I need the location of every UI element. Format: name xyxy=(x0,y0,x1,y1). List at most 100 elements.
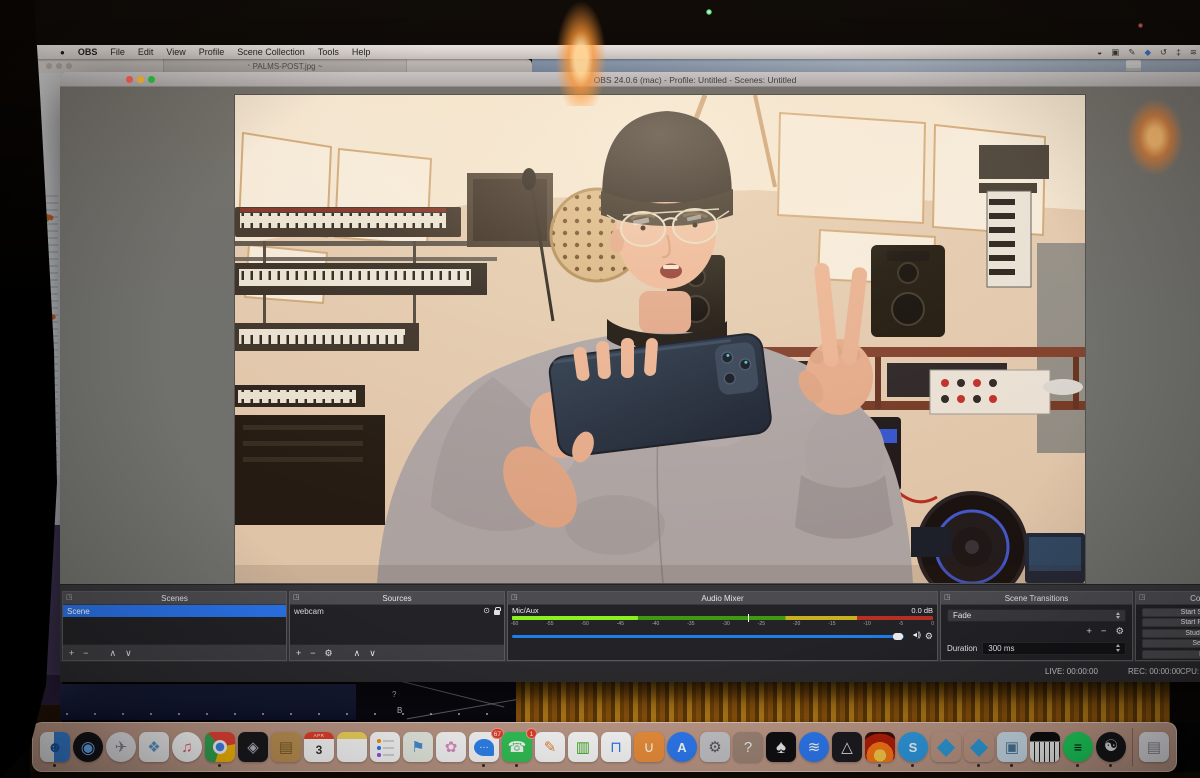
menu-item-edit[interactable]: Edit xyxy=(138,47,154,57)
dock-item-chrome[interactable] xyxy=(205,732,235,762)
dock-item-launchpad[interactable]: ✈ xyxy=(106,732,136,762)
missing-app-icon: ? xyxy=(744,740,752,755)
sources-tool-icon[interactable]: + xyxy=(296,645,301,661)
transition-select[interactable]: Fade xyxy=(947,609,1126,622)
dock-item-music[interactable]: ♫ xyxy=(172,732,202,762)
detach-icon[interactable]: ◳ xyxy=(1139,593,1146,601)
scenes-tool-icon[interactable]: + xyxy=(69,645,74,661)
studio-mode-button[interactable]: Studio Mode xyxy=(1142,629,1200,638)
settings-button[interactable]: Settings xyxy=(1142,639,1200,648)
transitions-tool-icon[interactable]: + xyxy=(1086,624,1092,640)
wifi-icon[interactable]: ≋ xyxy=(1190,45,1197,59)
dock-item-skype[interactable]: S xyxy=(898,732,928,762)
select-stepper-icon[interactable] xyxy=(1116,612,1120,620)
menu-item-tools[interactable]: Tools xyxy=(318,47,339,57)
dock-item-documents-stack[interactable]: ▤ xyxy=(1139,732,1169,762)
dock-item-facetime[interactable]: ☎1 xyxy=(502,732,532,762)
dock-item-finder[interactable]: ☻ xyxy=(40,732,70,762)
dock-item-spade-skull[interactable]: ♠ xyxy=(766,732,796,762)
visibility-eye-icon[interactable]: ⊙ xyxy=(483,607,490,615)
dock-item-sysprefs[interactable]: ⚙ xyxy=(700,732,730,762)
scenes-tool-icon[interactable]: ∨ xyxy=(125,645,132,661)
sources-tool-icon[interactable]: ∨ xyxy=(369,645,376,661)
dock-item-books[interactable]: ∪ xyxy=(634,732,664,762)
speaker-icon[interactable]: ◄)) xyxy=(911,632,920,639)
dock-item-midi-keyboard[interactable] xyxy=(1030,732,1060,762)
dock-item-photo-editor[interactable]: ▣ xyxy=(997,732,1027,762)
dock-item-ua-console-1[interactable]: ◆ xyxy=(931,732,961,762)
db-tick-label: -35 xyxy=(687,621,694,628)
lock-icon[interactable] xyxy=(494,610,500,615)
duration-field[interactable]: 300 ms xyxy=(982,642,1126,655)
menu-item-help[interactable]: Help xyxy=(352,47,371,57)
dock-item-photos[interactable]: ✿ xyxy=(436,732,466,762)
dock-item-pages[interactable]: ✎ xyxy=(535,732,565,762)
inactive-zoom-icon[interactable] xyxy=(66,63,72,69)
glyph-badge-icon[interactable]: ◒ xyxy=(1097,45,1102,59)
desktop-wallpaper-water xyxy=(516,682,1170,722)
dock-item-maps[interactable]: ⚑ xyxy=(403,732,433,762)
dropbox-icon[interactable]: ▣ xyxy=(1111,45,1119,59)
duration-stepper-icon[interactable] xyxy=(1116,644,1120,652)
scenes-tool-icon[interactable]: − xyxy=(83,645,88,661)
scene-transitions-panel: ◳ Scene Transitions Fade +−⚙ Duration 30… xyxy=(940,591,1133,661)
dock-item-preview[interactable]: ❖ xyxy=(139,732,169,762)
detach-icon[interactable]: ◳ xyxy=(944,593,951,601)
dock-item-siri[interactable]: ◉ xyxy=(73,732,103,762)
dock-item-ua-console-2[interactable]: ◆ xyxy=(964,732,994,762)
green-led-dot xyxy=(706,9,712,15)
mixer-gear-icon[interactable]: ⚙ xyxy=(925,631,933,642)
dock-item-wifi-tool[interactable]: ≋ xyxy=(799,732,829,762)
dock-item-calendar[interactable]: APR3 xyxy=(304,732,334,762)
volume-slider[interactable]: ◄)) ⚙ xyxy=(512,630,933,643)
key-icon[interactable]: ‡ xyxy=(1176,45,1181,59)
background-window-titlebar[interactable]: ▪ PALMS-POST.jpg ~ xyxy=(35,59,532,73)
dock-item-keynote[interactable]: ⊓ xyxy=(601,732,631,762)
slider-track[interactable] xyxy=(512,635,904,638)
source-list-item[interactable]: webcam⊙ xyxy=(290,605,504,617)
dock-item-missing-app[interactable]: ? xyxy=(733,732,763,762)
menu-item-scene-collection[interactable]: Scene Collection xyxy=(237,47,305,57)
dock-item-obs[interactable]: ☯ xyxy=(1096,732,1126,762)
running-indicator-dot xyxy=(1109,764,1112,767)
sources-tool-icon[interactable]: − xyxy=(310,645,315,661)
menu-item-file[interactable]: File xyxy=(110,47,125,57)
obs-canvas xyxy=(60,87,1200,584)
dock-item-fire[interactable] xyxy=(865,732,895,762)
detach-icon[interactable]: ◳ xyxy=(66,593,73,601)
dock-item-reminders[interactable] xyxy=(370,732,400,762)
dock-item-appstore[interactable]: A xyxy=(667,732,697,762)
transitions-tool-icon[interactable]: ⚙ xyxy=(1115,624,1124,640)
sources-tool-icon[interactable]: ∧ xyxy=(354,645,361,661)
menu-item-view[interactable]: View xyxy=(166,47,185,57)
time-machine-icon[interactable]: ↺ xyxy=(1160,45,1167,59)
ua-meter-icon[interactable]: ◆ xyxy=(1144,45,1151,59)
dock-item-logic-pro[interactable]: ◈ xyxy=(238,732,268,762)
dock-item-contacts[interactable]: ▤ xyxy=(271,732,301,762)
inactive-close-icon[interactable] xyxy=(46,63,52,69)
db-tick-label: -5 xyxy=(899,621,903,628)
slider-handle[interactable] xyxy=(893,633,903,640)
menu-item-obs[interactable]: OBS xyxy=(78,47,98,57)
start-streaming-button[interactable]: Start Streaming xyxy=(1142,608,1200,617)
detach-icon[interactable]: ◳ xyxy=(293,593,300,601)
pen-icon[interactable]: ✎ xyxy=(1128,45,1135,59)
background-window-tab[interactable]: ▪ PALMS-POST.jpg ~ xyxy=(163,59,407,73)
transitions-tool-icon[interactable]: − xyxy=(1101,624,1107,640)
inactive-minimize-icon[interactable] xyxy=(56,63,62,69)
menu-item-profile[interactable]: Profile xyxy=(199,47,225,57)
webcam-preview[interactable] xyxy=(235,95,1085,583)
dock-item-messages[interactable]: …67 xyxy=(469,732,499,762)
apple-menu[interactable]: ● xyxy=(60,48,65,57)
dock-item-spotify[interactable]: ≡ xyxy=(1063,732,1093,762)
scenes-tool-icon[interactable]: ∧ xyxy=(110,645,117,661)
start-recording-button[interactable]: Start Recording xyxy=(1142,618,1200,627)
dock-item-notes[interactable] xyxy=(337,732,367,762)
dock-item-numbers[interactable]: ▥ xyxy=(568,732,598,762)
sources-tool-icon[interactable]: ⚙ xyxy=(325,645,333,661)
detach-icon[interactable]: ◳ xyxy=(511,593,518,601)
dock: ☻◉✈❖♫◈▤APR3⚑✿…67☎1✎▥⊓∪A⚙?♠≋△S◆◆▣≡☯▤ xyxy=(32,722,1177,772)
dock-item-prism[interactable]: △ xyxy=(832,732,862,762)
scene-list-item[interactable]: Scene xyxy=(63,605,286,617)
exit-button[interactable]: Exit xyxy=(1142,650,1200,659)
